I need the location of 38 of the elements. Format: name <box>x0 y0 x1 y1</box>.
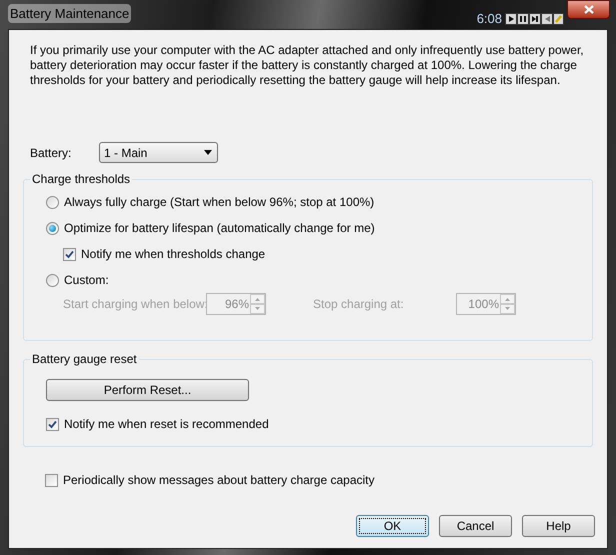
dialog-button[interactable]: OK <box>356 515 429 537</box>
radio-label: Always fully charge (Start when below 96%; stop at 100%) <box>64 195 374 210</box>
checkmark-icon <box>65 250 74 259</box>
radio-button[interactable] <box>46 196 59 209</box>
radio-button[interactable] <box>46 222 59 235</box>
battery-label: Battery: <box>30 144 72 162</box>
radio-label: Optimize for battery lifespan (automatically change for me) <box>64 221 375 236</box>
spin-down-icon[interactable] <box>500 304 515 314</box>
dialog-button[interactable]: Help <box>522 515 595 537</box>
group-title: Charge thresholds <box>30 172 132 186</box>
checkbox[interactable] <box>46 418 59 430</box>
field-label: Start charging when below: <box>63 296 208 313</box>
close-button[interactable] <box>567 0 610 19</box>
group-title: Battery gauge reset <box>30 352 139 366</box>
perform-reset-button[interactable]: Perform Reset... <box>46 379 249 401</box>
spin-value: 100% <box>467 296 500 313</box>
spin-down-icon[interactable] <box>250 304 265 314</box>
spin-up-icon[interactable] <box>250 294 265 304</box>
media-controls-icon[interactable] <box>505 12 564 24</box>
battery-dropdown[interactable]: 1 - Main <box>99 142 218 163</box>
checkbox-label: Notify me when reset is recommended <box>64 416 269 433</box>
checkbox-label: Periodically show messages about battery charge capacity <box>63 472 374 489</box>
field-label: Stop charging at: <box>313 296 405 313</box>
battery-value: 1 - Main <box>104 144 148 162</box>
checkmark-icon <box>48 420 57 428</box>
checkbox-label: Notify me when thresholds change <box>81 247 266 262</box>
checkbox[interactable] <box>45 474 58 486</box>
checkbox[interactable] <box>63 248 76 261</box>
close-icon <box>584 5 594 14</box>
spin-value: 96% <box>224 296 250 313</box>
radio-button[interactable] <box>46 274 59 287</box>
caret-icon <box>204 150 212 155</box>
window-title: Battery Maintenance <box>8 4 132 24</box>
radio-label: Custom: <box>64 273 109 288</box>
intro-text: If you primarily use your computer with the AC adapter attached and only infrequently use battery power, battery deterioration may occur faster if the battery is constantly charged at 100%. Lowering the charge thresholds for your battery and periodically resetting the battery gauge will help increase its lifespan. <box>30 43 585 88</box>
dialog-button[interactable]: Cancel <box>439 515 512 537</box>
clock: 6:08 <box>476 10 502 28</box>
spin-up-icon[interactable] <box>500 294 515 304</box>
